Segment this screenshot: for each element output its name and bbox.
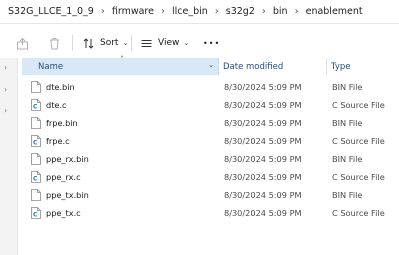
- bin-file-icon: [31, 189, 41, 201]
- file-name: frpe.c: [46, 136, 70, 146]
- breadcrumb-item-root[interactable]: S32G_LLCE_1_0_9: [6, 6, 96, 17]
- bin-file-icon: [31, 81, 41, 93]
- file-type: C Source File: [332, 136, 385, 146]
- expand-arrow-icon[interactable]: ›: [4, 106, 7, 115]
- share-button[interactable]: [16, 32, 29, 54]
- file-row[interactable]: C ppe_tx.c 8/30/2024 5:09 PM C Source Fi…: [22, 204, 399, 222]
- column-header-row: ˄ Name ⌄ Date modified Type: [22, 55, 399, 75]
- file-name: ppe_rx.c: [46, 172, 81, 182]
- delete-button[interactable]: [48, 32, 61, 54]
- chevron-down-icon: ⌄: [122, 39, 129, 47]
- breadcrumb: S32G_LLCE_1_0_9 › firmware › llce_bin › …: [0, 0, 399, 24]
- file-type: BIN File: [332, 82, 363, 92]
- file-name: dte.c: [46, 100, 67, 110]
- file-date: 8/30/2024 5:09 PM: [224, 172, 302, 182]
- sort-button[interactable]: Sort ⌄: [82, 32, 128, 54]
- sort-icon: [82, 37, 95, 50]
- breadcrumb-item-llce-bin[interactable]: llce_bin: [170, 6, 210, 17]
- column-header-name[interactable]: ˄ Name ⌄: [22, 55, 219, 75]
- chevron-right-icon[interactable]: ›: [290, 6, 304, 17]
- toolbar-divider: [72, 35, 73, 51]
- file-date: 8/30/2024 5:09 PM: [224, 118, 302, 128]
- file-row[interactable]: ppe_rx.bin 8/30/2024 5:09 PM BIN File: [22, 150, 399, 168]
- breadcrumb-item-enablement[interactable]: enablement: [304, 6, 365, 17]
- column-header-name-label: Name: [38, 61, 64, 72]
- expand-arrow-icon[interactable]: ›: [4, 63, 7, 72]
- file-date: 8/30/2024 5:09 PM: [224, 154, 302, 164]
- file-date: 8/30/2024 5:09 PM: [224, 190, 302, 200]
- file-type: BIN File: [332, 154, 363, 164]
- file-date: 8/30/2024 5:09 PM: [224, 136, 302, 146]
- expand-arrow-icon[interactable]: ›: [4, 85, 7, 94]
- bin-file-icon: [31, 117, 41, 129]
- command-bar: Sort ⌄ View ⌄ •••: [0, 29, 399, 57]
- c-file-icon: C: [31, 99, 41, 111]
- chevron-right-icon[interactable]: ›: [96, 6, 110, 17]
- column-header-type-label: Type: [331, 61, 351, 72]
- file-row[interactable]: dte.bin 8/30/2024 5:09 PM BIN File: [22, 78, 399, 96]
- breadcrumb-item-bin[interactable]: bin: [271, 6, 290, 17]
- file-name: dte.bin: [46, 82, 75, 92]
- file-name: ppe_rx.bin: [46, 154, 89, 164]
- column-header-date[interactable]: Date modified: [220, 58, 327, 75]
- file-browser: › › › ˄ Name ⌄ Date modified Type dte.bi…: [0, 55, 399, 255]
- view-button[interactable]: View ⌄: [140, 32, 189, 54]
- column-header-date-label: Date modified: [223, 61, 284, 72]
- file-type: C Source File: [332, 100, 385, 110]
- file-date: 8/30/2024 5:09 PM: [224, 208, 302, 218]
- file-row[interactable]: C ppe_rx.c 8/30/2024 5:09 PM C Source Fi…: [22, 168, 399, 186]
- file-name: ppe_tx.bin: [46, 190, 89, 200]
- svg-text:C: C: [33, 104, 38, 111]
- file-row[interactable]: C frpe.c 8/30/2024 5:09 PM C Source File: [22, 132, 399, 150]
- file-name: frpe.bin: [46, 118, 78, 128]
- file-type: C Source File: [332, 208, 385, 218]
- chevron-right-icon[interactable]: ›: [156, 6, 170, 17]
- file-row[interactable]: frpe.bin 8/30/2024 5:09 PM BIN File: [22, 114, 399, 132]
- breadcrumb-item-firmware[interactable]: firmware: [110, 6, 156, 17]
- bin-file-icon: [31, 153, 41, 165]
- c-file-icon: C: [31, 135, 41, 147]
- file-row[interactable]: ppe_tx.bin 8/30/2024 5:09 PM BIN File: [22, 186, 399, 204]
- svg-text:C: C: [33, 176, 38, 183]
- c-file-icon: C: [31, 207, 41, 219]
- share-icon: [16, 37, 29, 50]
- view-label: View: [158, 38, 180, 48]
- chevron-down-icon[interactable]: ⌄: [208, 61, 214, 69]
- file-type: BIN File: [332, 118, 363, 128]
- file-row[interactable]: C dte.c 8/30/2024 5:09 PM C Source File: [22, 96, 399, 114]
- chevron-right-icon[interactable]: ›: [257, 6, 271, 17]
- sort-label: Sort: [100, 38, 119, 48]
- more-icon: •••: [203, 38, 221, 48]
- file-date: 8/30/2024 5:09 PM: [224, 100, 302, 110]
- trash-icon: [48, 37, 61, 50]
- breadcrumb-item-s32g2[interactable]: s32g2: [224, 6, 257, 17]
- chevron-right-icon[interactable]: ›: [210, 6, 224, 17]
- navigation-pane[interactable]: › › ›: [0, 58, 18, 255]
- list-view-icon: [140, 37, 153, 50]
- file-type: C Source File: [332, 172, 385, 182]
- file-name: ppe_tx.c: [46, 208, 81, 218]
- file-date: 8/30/2024 5:09 PM: [224, 82, 302, 92]
- sort-ascending-icon: ˄: [120, 55, 124, 64]
- chevron-down-icon: ⌄: [183, 39, 190, 47]
- c-file-icon: C: [31, 171, 41, 183]
- column-header-type[interactable]: Type: [328, 58, 399, 75]
- svg-text:C: C: [33, 140, 38, 147]
- file-list: dte.bin 8/30/2024 5:09 PM BIN File C dte…: [22, 78, 399, 222]
- more-options-button[interactable]: •••: [203, 32, 220, 54]
- file-type: BIN File: [332, 190, 363, 200]
- toolbar-divider: [131, 35, 132, 51]
- svg-text:C: C: [33, 212, 38, 219]
